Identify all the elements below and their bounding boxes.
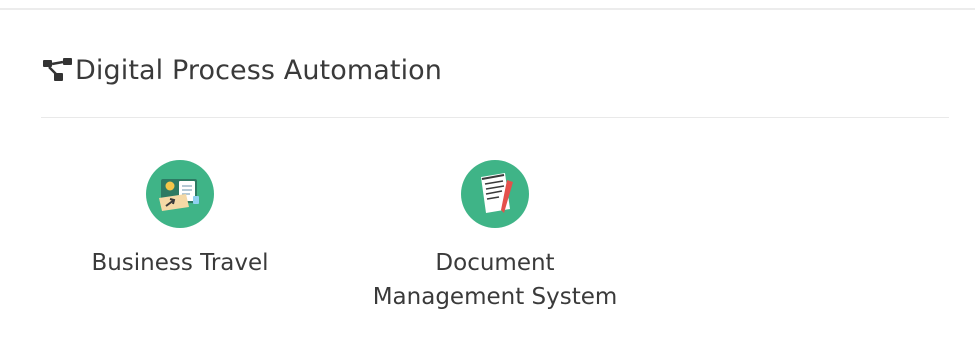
- app-tile-document-management[interactable]: Document Management System: [345, 160, 645, 314]
- business-travel-icon[interactable]: [146, 160, 214, 228]
- section-title: Digital Process Automation: [75, 54, 443, 86]
- app-label-document-management[interactable]: Document Management System: [373, 246, 618, 314]
- section-divider: [41, 117, 949, 118]
- workflow-icon: [41, 56, 75, 84]
- app-launcher-page: Digital Process Automation Business Trav…: [0, 0, 975, 362]
- section-header: Digital Process Automation: [41, 52, 442, 88]
- top-divider: [0, 0, 975, 10]
- app-label-line-1[interactable]: Document: [373, 246, 618, 280]
- app-label-line-2[interactable]: Management System: [373, 280, 618, 314]
- app-label-business-travel[interactable]: Business Travel: [91, 246, 268, 280]
- app-tile-business-travel[interactable]: Business Travel: [80, 160, 280, 280]
- document-management-icon[interactable]: [461, 160, 529, 228]
